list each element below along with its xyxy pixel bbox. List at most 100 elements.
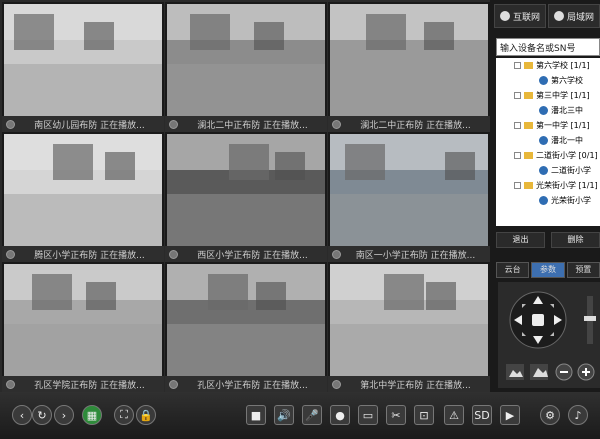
camera-tile[interactable]: 孔区小学正布防 正在播放...	[165, 262, 327, 392]
tree-group[interactable]: 光荣街小学 [1/1]	[496, 178, 600, 193]
playback-icon[interactable]: ▶	[500, 405, 520, 425]
control-tabs: 云台 参数 预置	[496, 262, 600, 278]
device-search-input[interactable]: 输入设备名或SN号	[496, 38, 600, 56]
expand-icon[interactable]	[514, 122, 521, 129]
tree-group[interactable]: 第一中学 [1/1]	[496, 118, 600, 133]
tree-group[interactable]: 第六学校 [1/1]	[496, 58, 600, 73]
bottom-toolbar: ‹ ↻ › ▦ ⛶ 🔒 ■ 🔊 🎤 ● ▭ ✂ ⊡ ⚠ SD ▶ ⚙ ♪	[0, 392, 600, 439]
tree-device[interactable]: 潘北三中	[496, 103, 600, 118]
control-tab[interactable]: 预置	[566, 262, 600, 278]
ptz-pad[interactable]	[498, 282, 600, 388]
tree-group[interactable]: 第三中学 [1/1]	[496, 88, 600, 103]
camera-caption-bar: 西区小学正布防 正在播放...	[165, 246, 327, 262]
folder-icon	[524, 152, 533, 159]
camera-status-icon	[169, 119, 178, 129]
network-tabs: 互联网 局域网	[494, 4, 600, 28]
back-icon[interactable]: ‹	[12, 405, 32, 425]
camera-feed	[4, 134, 162, 246]
lock-icon[interactable]: 🔒	[136, 405, 156, 425]
camera-tile[interactable]: 西区小学正布防 正在播放...	[165, 132, 327, 262]
camera-tile[interactable]: 澜北二中正布防 正在播放...	[328, 2, 490, 132]
control-tab[interactable]: 参数	[531, 262, 565, 278]
camera-tile[interactable]: 澜北二中正布防 正在播放...	[165, 2, 327, 132]
camera-feed	[4, 4, 162, 116]
tab-internet[interactable]: 互联网	[494, 4, 546, 28]
monitor-icon[interactable]: ▭	[358, 405, 378, 425]
expand-icon[interactable]	[514, 92, 521, 99]
folder-icon	[524, 182, 533, 189]
camera-icon	[539, 166, 548, 175]
tree-device[interactable]: 潘北一中	[496, 133, 600, 148]
camera-status-icon	[332, 379, 341, 389]
capture-icon[interactable]: ✂	[386, 405, 406, 425]
tree-device[interactable]: 光荣街小学	[496, 193, 600, 208]
camera-feed	[167, 4, 325, 116]
camera-caption-bar: 孔区学院正布防 正在播放...	[2, 376, 164, 392]
camera-caption-bar: 第北中学正布防 正在播放...	[328, 376, 490, 392]
volume-icon[interactable]: 🔊	[274, 405, 294, 425]
fullscreen-icon[interactable]: ⛶	[114, 405, 134, 425]
tree-device[interactable]: 第六学校	[496, 73, 600, 88]
camera-icon	[539, 136, 548, 145]
camera-grid: 南区幼儿园布防 正在播放... 澜北二中正布防 正在播放... 澜北二中正布防 正在…	[0, 0, 490, 392]
camera-feed	[330, 4, 488, 116]
camera-caption-bar: 澜北二中正布防 正在播放...	[328, 116, 490, 132]
camera-tile[interactable]: 腾区小学正布防 正在播放...	[2, 132, 164, 262]
tab-lan[interactable]: 局域网	[548, 4, 600, 28]
ptz-control	[498, 282, 600, 388]
delete-button[interactable]: 删除	[551, 232, 600, 248]
folder-icon	[524, 92, 533, 99]
camera-status-icon	[332, 249, 341, 259]
camera-caption: 南区幼儿园布防 正在播放...	[34, 120, 145, 131]
folder-icon	[524, 122, 533, 129]
camera-feed	[167, 134, 325, 246]
camera-caption: 孔区小学正布防 正在播放...	[197, 380, 308, 391]
expand-icon[interactable]	[514, 152, 521, 159]
camera-tile[interactable]: 第北中学正布防 正在播放...	[328, 262, 490, 392]
camera-caption-bar: 南区幼儿园布防 正在播放...	[2, 116, 164, 132]
camera-caption: 澜北二中正布防 正在播放...	[197, 120, 308, 131]
folder-icon	[524, 62, 533, 69]
forward-icon[interactable]: ›	[54, 405, 74, 425]
microphone-icon[interactable]: 🎤	[302, 405, 322, 425]
camera-caption-bar: 腾区小学正布防 正在播放...	[2, 246, 164, 262]
camera-caption-bar: 孔区小学正布防 正在播放...	[165, 376, 327, 392]
camera-caption: 澜北二中正布防 正在播放...	[360, 120, 471, 131]
camera-status-icon	[169, 249, 178, 259]
camera-caption-bar: 澜北二中正布防 正在播放...	[165, 116, 327, 132]
camera-caption: 第北中学正布防 正在播放...	[360, 380, 471, 391]
exit-button[interactable]: 退出	[496, 232, 545, 248]
alarm-icon[interactable]: ⚠	[444, 405, 464, 425]
device-tree: 第六学校 [1/1] 第六学校 第三中学 [1/1] 潘北三中 第一中学 [1/1] 潘北…	[496, 58, 600, 226]
camera-caption: 西区小学正布防 正在播放...	[197, 250, 308, 261]
camera-tile[interactable]: 孔区学院正布防 正在播放...	[2, 262, 164, 392]
camera-tile[interactable]: 南区一小学正布防 正在播放...	[328, 132, 490, 262]
camera-caption: 腾区小学正布防 正在播放...	[34, 250, 145, 261]
camera-tile[interactable]: 南区幼儿园布防 正在播放...	[2, 2, 164, 132]
camera-icon	[539, 106, 548, 115]
grid-layout-icon[interactable]: ▦	[82, 405, 102, 425]
camera-feed	[330, 264, 488, 376]
camera-status-icon	[6, 119, 15, 129]
expand-icon[interactable]	[514, 182, 521, 189]
camera-feed	[4, 264, 162, 376]
talk-icon[interactable]: ♪	[568, 405, 588, 425]
camera-status-icon	[332, 119, 341, 129]
control-tab[interactable]: 云台	[496, 262, 530, 278]
camera-caption: 孔区学院正布防 正在播放...	[34, 380, 145, 391]
tree-group[interactable]: 二道街小学 [0/1]	[496, 148, 600, 163]
record-icon[interactable]: ●	[330, 405, 350, 425]
camera-icon	[539, 196, 548, 205]
refresh-icon[interactable]: ↻	[32, 405, 52, 425]
tree-device[interactable]: 二道街小学	[496, 163, 600, 178]
expand-icon[interactable]	[514, 62, 521, 69]
camera-feed	[330, 134, 488, 246]
network-icon	[553, 11, 564, 21]
camera-status-icon	[6, 379, 15, 389]
camera-status-icon	[169, 379, 178, 389]
sd-card-icon[interactable]: SD	[472, 405, 492, 425]
camera-caption: 南区一小学正布防 正在播放...	[355, 250, 476, 261]
settings-icon[interactable]: ⚙	[540, 405, 560, 425]
screenshot-icon[interactable]: ⊡	[414, 405, 434, 425]
stop-icon[interactable]: ■	[246, 405, 266, 425]
